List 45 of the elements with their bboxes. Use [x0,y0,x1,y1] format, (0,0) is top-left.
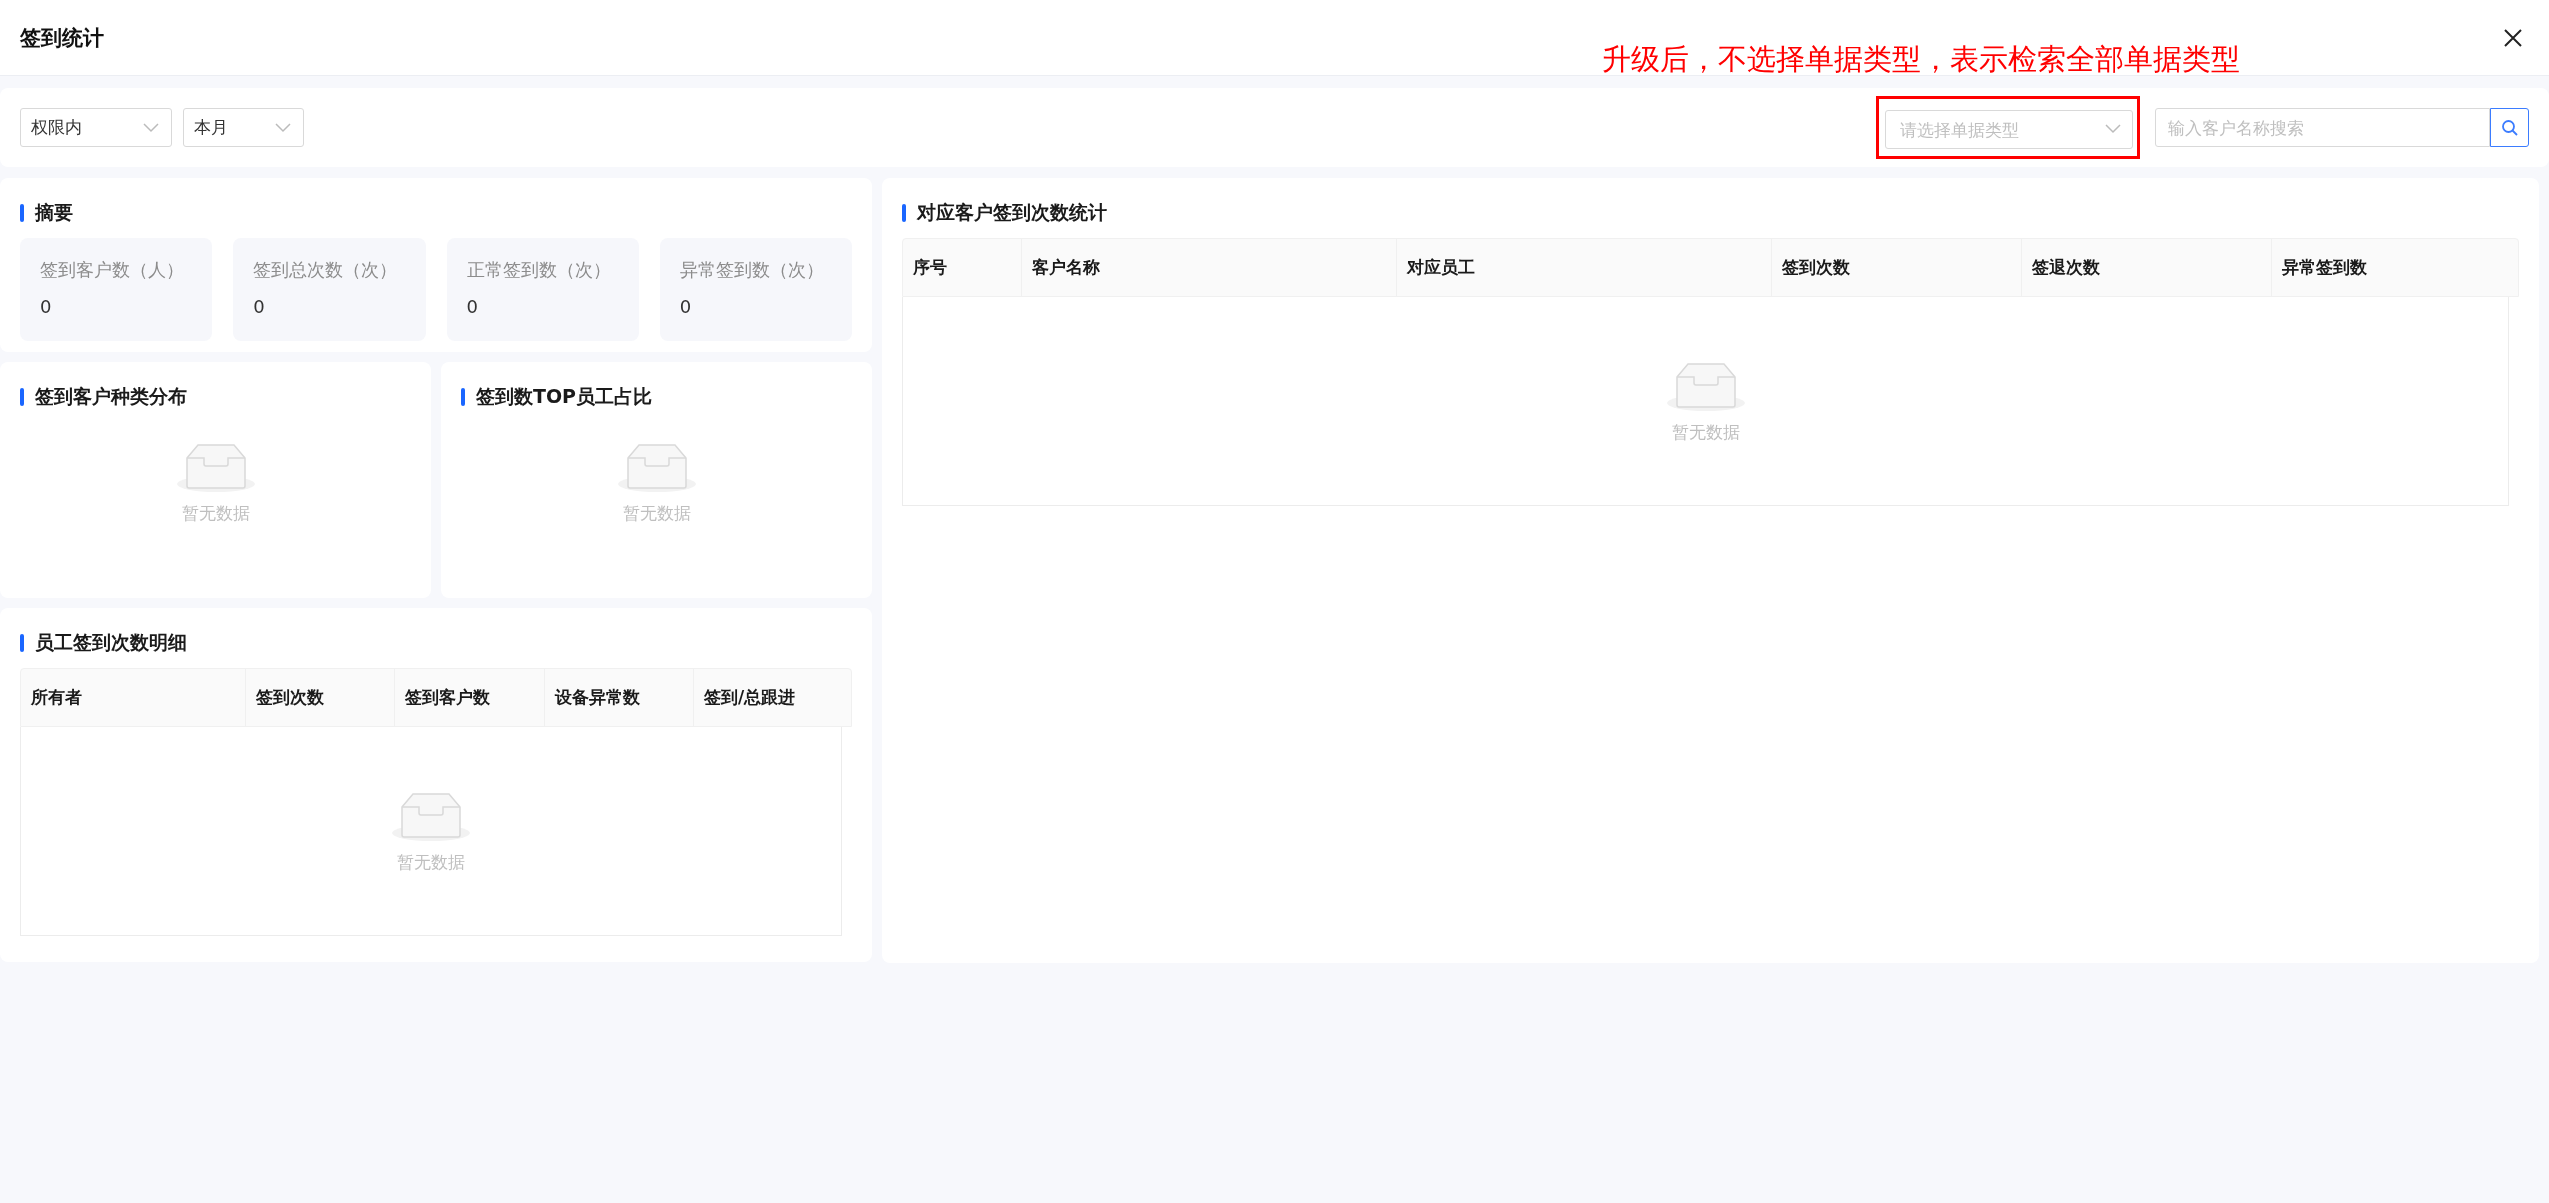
column-header: 对应员工 [1396,239,1771,296]
annotation-text: 升级后，不选择单据类型，表示检索全部单据类型 [1602,42,2240,77]
chevron-down-icon [2105,124,2121,134]
document-type-select[interactable]: 请选择单据类型 [1885,110,2133,149]
section-title: 摘要 [35,200,73,225]
search-field[interactable]: 输入客户名称搜索 [2155,108,2490,147]
empty-text: 暂无数据 [1671,420,1740,444]
scope-select[interactable]: 权限内 [20,108,172,147]
column-header: 签到次数 [1771,239,2021,296]
stat-value: 0 [253,296,266,317]
title-accent-bar [461,388,465,406]
stat-label: 异常签到数（次） [679,258,825,282]
section-title: 签到客户种类分布 [35,384,187,409]
stat-value: 0 [679,296,693,317]
stat-label: 签到总次数（次） [253,258,399,282]
chevron-down-icon [275,122,291,133]
title-accent-bar [20,634,24,652]
column-header: 签到次数 [245,669,394,726]
column-header: 签到客户数 [394,669,544,726]
title-accent-bar [20,388,24,406]
chevron-down-icon [143,122,159,133]
column-header: 序号 [912,256,948,279]
column-header: 设备异常数 [544,669,693,726]
empty-text: 暂无数据 [397,850,465,874]
column-header: 签到/总跟进 [693,669,851,726]
column-header: 客户名称 [1021,239,1396,296]
section-title: 对应客户签到次数统计 [917,200,1107,225]
stat-value: 0 [40,296,53,317]
search-icon [2500,118,2519,137]
column-header: 签退次数 [2021,239,2271,296]
empty-text: 暂无数据 [622,501,691,525]
dialog-title: 签到统计 [20,24,104,52]
stat-label: 正常签到数（次） [466,258,612,282]
title-accent-bar [20,204,24,222]
stat-value: 0 [466,296,479,317]
period-select[interactable]: 本月 [183,108,304,147]
title-accent-bar [902,204,906,222]
section-title: 员工签到次数明细 [35,630,187,655]
column-header: 异常签到数 [2271,239,2518,296]
close-icon [2503,27,2523,48]
column-header: 所有者 [30,686,83,709]
search-button[interactable] [2490,108,2529,147]
stat-label: 签到客户数（人） [40,258,185,282]
section-title: 签到数TOP员工占比 [476,384,653,409]
empty-text: 暂无数据 [181,501,250,525]
